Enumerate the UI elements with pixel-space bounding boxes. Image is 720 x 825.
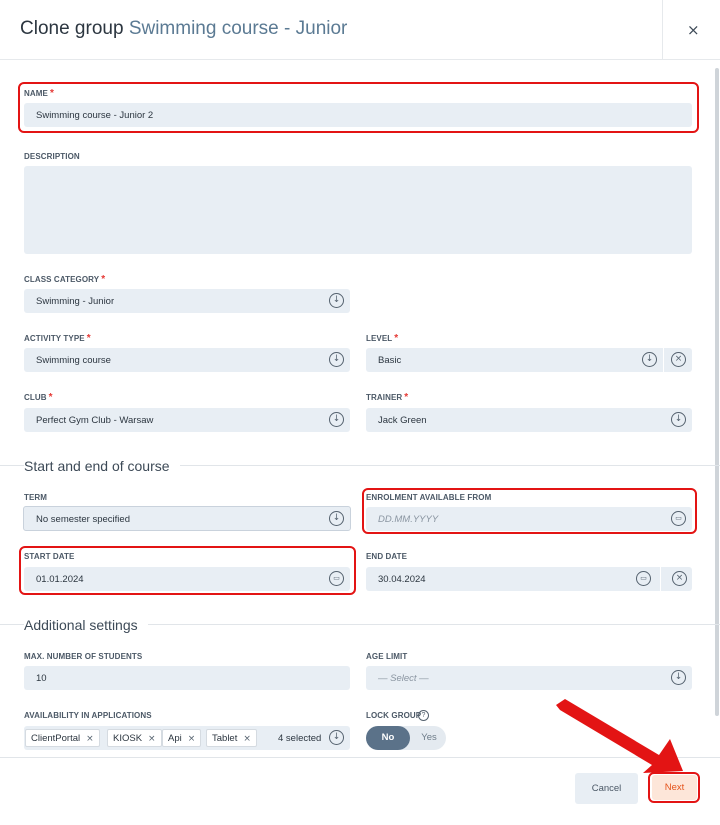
club-select[interactable]: Perfect Gym Club - Warsaw ↓ — [24, 408, 350, 432]
selected-count: 4 selected — [278, 733, 322, 744]
class-category-select[interactable]: Swimming - Junior ↓ — [24, 289, 350, 313]
max-students-label: MAX. NUMBER OF STUDENTS — [24, 652, 143, 661]
chip-tablet: Tablet × — [206, 729, 257, 747]
highlight-name — [18, 82, 699, 133]
section-title-additional: Additional settings — [24, 617, 148, 633]
end-date-input[interactable]: 30.04.2024 ▭ × — [366, 567, 692, 591]
chip-api: Api × — [162, 729, 202, 747]
lock-group-label: LOCK GROUP — [366, 711, 422, 720]
highlight-start-date — [19, 546, 356, 595]
arrow-shape — [556, 699, 683, 773]
chip-kiosk: KIOSK × — [107, 729, 162, 747]
dialog-header: Clone group Swimming course - Junior × — [0, 0, 720, 60]
toggle-yes[interactable]: Yes — [416, 726, 442, 750]
cancel-button[interactable]: Cancel — [575, 773, 638, 804]
chevron-down-icon[interactable]: ↓ — [329, 412, 344, 427]
term-label: TERM — [24, 493, 48, 502]
chevron-down-icon[interactable]: ↓ — [671, 670, 686, 685]
club-value: Perfect Gym Club - Warsaw — [36, 415, 154, 426]
highlight-next — [648, 772, 700, 803]
club-label: CLUB * — [24, 392, 53, 403]
end-date-label: END DATE — [366, 552, 408, 561]
chevron-down-icon[interactable]: ↓ — [329, 293, 344, 308]
divider — [660, 567, 661, 591]
class-category-label: CLASS CATEGORY * — [24, 274, 106, 285]
trainer-select[interactable]: Jack Green ↓ — [366, 408, 692, 432]
chevron-down-icon[interactable]: ↓ — [329, 730, 344, 745]
age-limit-label: AGE LIMIT — [366, 652, 408, 661]
age-limit-select[interactable]: — Select — ↓ — [366, 666, 692, 690]
remove-chip-icon[interactable]: × — [148, 734, 156, 744]
dialog-title: Clone group Swimming course - Junior — [20, 18, 347, 40]
footer-divider — [0, 757, 720, 758]
activity-type-value: Swimming course — [36, 355, 111, 366]
remove-chip-icon[interactable]: × — [188, 734, 196, 744]
level-select[interactable]: Basic ↓ × — [366, 348, 692, 372]
lock-group-toggle[interactable]: No Yes — [366, 726, 446, 750]
remove-chip-icon[interactable]: × — [86, 734, 94, 744]
trainer-value: Jack Green — [378, 415, 427, 426]
chevron-down-icon[interactable]: ↓ — [642, 352, 657, 367]
availability-label: AVAILABILITY IN APPLICATIONS — [24, 711, 152, 720]
activity-type-label: ACTIVITY TYPE * — [24, 333, 91, 344]
section-title-course: Start and end of course — [24, 458, 180, 474]
chevron-down-icon[interactable]: ↓ — [329, 511, 344, 526]
close-button[interactable]: × — [662, 0, 720, 60]
divider — [663, 348, 664, 372]
title-prefix: Clone group — [20, 18, 124, 39]
remove-chip-icon[interactable]: × — [243, 734, 251, 744]
description-label: DESCRIPTION — [24, 152, 80, 161]
term-select[interactable]: No semester specified ↓ — [23, 506, 351, 531]
description-textarea[interactable] — [24, 166, 692, 254]
availability-multiselect[interactable]: ClientPortal × KIOSK × Api × Tablet × 4 sele… — [24, 726, 350, 750]
highlight-enrolment — [362, 488, 697, 534]
scrollbar[interactable] — [715, 68, 719, 716]
trainer-label: TRAINER * — [366, 392, 409, 403]
level-label: LEVEL * — [366, 333, 399, 344]
help-icon[interactable]: ? — [418, 710, 429, 721]
toggle-no[interactable]: No — [366, 726, 410, 750]
level-value: Basic — [378, 355, 402, 366]
calendar-icon[interactable]: ▭ — [636, 571, 651, 586]
title-group-name: Swimming course - Junior — [128, 18, 348, 39]
chevron-down-icon[interactable]: ↓ — [671, 412, 686, 427]
end-date-value: 30.04.2024 — [378, 574, 426, 585]
class-category-value: Swimming - Junior — [36, 296, 115, 307]
term-value: No semester specified — [36, 514, 130, 525]
clear-icon[interactable]: × — [672, 571, 687, 586]
age-limit-placeholder: — Select — — [378, 673, 429, 684]
chip-clientportal: ClientPortal × — [25, 729, 100, 747]
activity-type-select[interactable]: Swimming course ↓ — [24, 348, 350, 372]
chevron-down-icon[interactable]: ↓ — [329, 352, 344, 367]
clear-icon[interactable]: × — [671, 352, 686, 367]
max-students-input[interactable]: 10 — [24, 666, 350, 690]
max-students-value: 10 — [36, 673, 47, 684]
close-icon[interactable]: × — [687, 21, 700, 39]
